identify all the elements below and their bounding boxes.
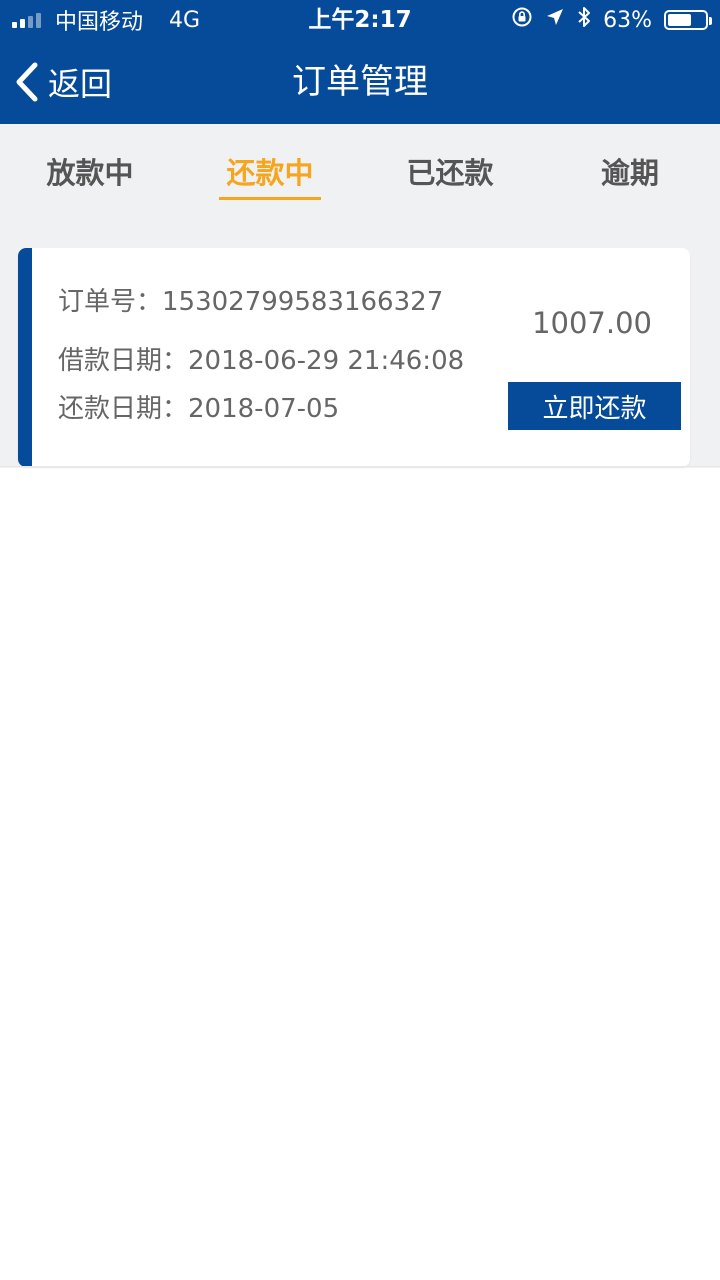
location-arrow-icon: [545, 7, 565, 33]
order-number-row: 订单号：15302799583166327: [58, 281, 443, 318]
tab-label: 放款中: [46, 156, 134, 190]
tab-overdue[interactable]: 逾期: [540, 124, 720, 218]
divider: [0, 466, 720, 467]
order-number-label: 订单号：: [58, 287, 163, 317]
tab-underline: [219, 197, 321, 200]
back-button[interactable]: 返回: [14, 40, 112, 124]
tab-label: 已还款: [406, 156, 494, 190]
tab-disbursing[interactable]: 放款中: [0, 124, 180, 218]
status-right: 63%: [511, 0, 712, 40]
rotation-lock-icon: [511, 6, 533, 34]
tab-label: 还款中: [226, 156, 314, 190]
order-status-tabs: 放款中 还款中 已还款 逾期: [0, 124, 720, 218]
order-amount: 1007.00: [532, 306, 652, 340]
back-label: 返回: [48, 65, 113, 103]
repay-date-value: 2018-07-05: [188, 394, 340, 424]
tab-repaying[interactable]: 还款中: [180, 124, 360, 218]
battery-icon: [664, 10, 712, 30]
bluetooth-icon: [577, 6, 591, 34]
repay-date-label: 还款日期：: [58, 394, 189, 424]
order-number-value: 15302799583166327: [162, 287, 444, 317]
loan-date-value: 2018-06-29 21:46:08: [188, 346, 465, 376]
order-card[interactable]: 订单号：15302799583166327 借款日期：2018-06-29 21…: [18, 248, 690, 467]
loan-date-label: 借款日期：: [58, 346, 189, 376]
card-accent-bar: [18, 248, 32, 467]
loan-date-row: 借款日期：2018-06-29 21:46:08: [58, 340, 464, 377]
order-list: 订单号：15302799583166327 借款日期：2018-06-29 21…: [0, 218, 720, 468]
tab-label: 逾期: [600, 156, 659, 190]
repay-date-row: 还款日期：2018-07-05: [58, 388, 339, 425]
chevron-left-icon: [14, 61, 40, 103]
battery-percent: 63%: [603, 7, 652, 33]
status-bar: 中国移动 4G 上午2:17 63%: [0, 0, 720, 40]
tab-repaid[interactable]: 已还款: [360, 124, 540, 218]
nav-bar: 返回 订单管理: [0, 40, 720, 124]
repay-now-button[interactable]: 立即还款: [508, 382, 681, 430]
